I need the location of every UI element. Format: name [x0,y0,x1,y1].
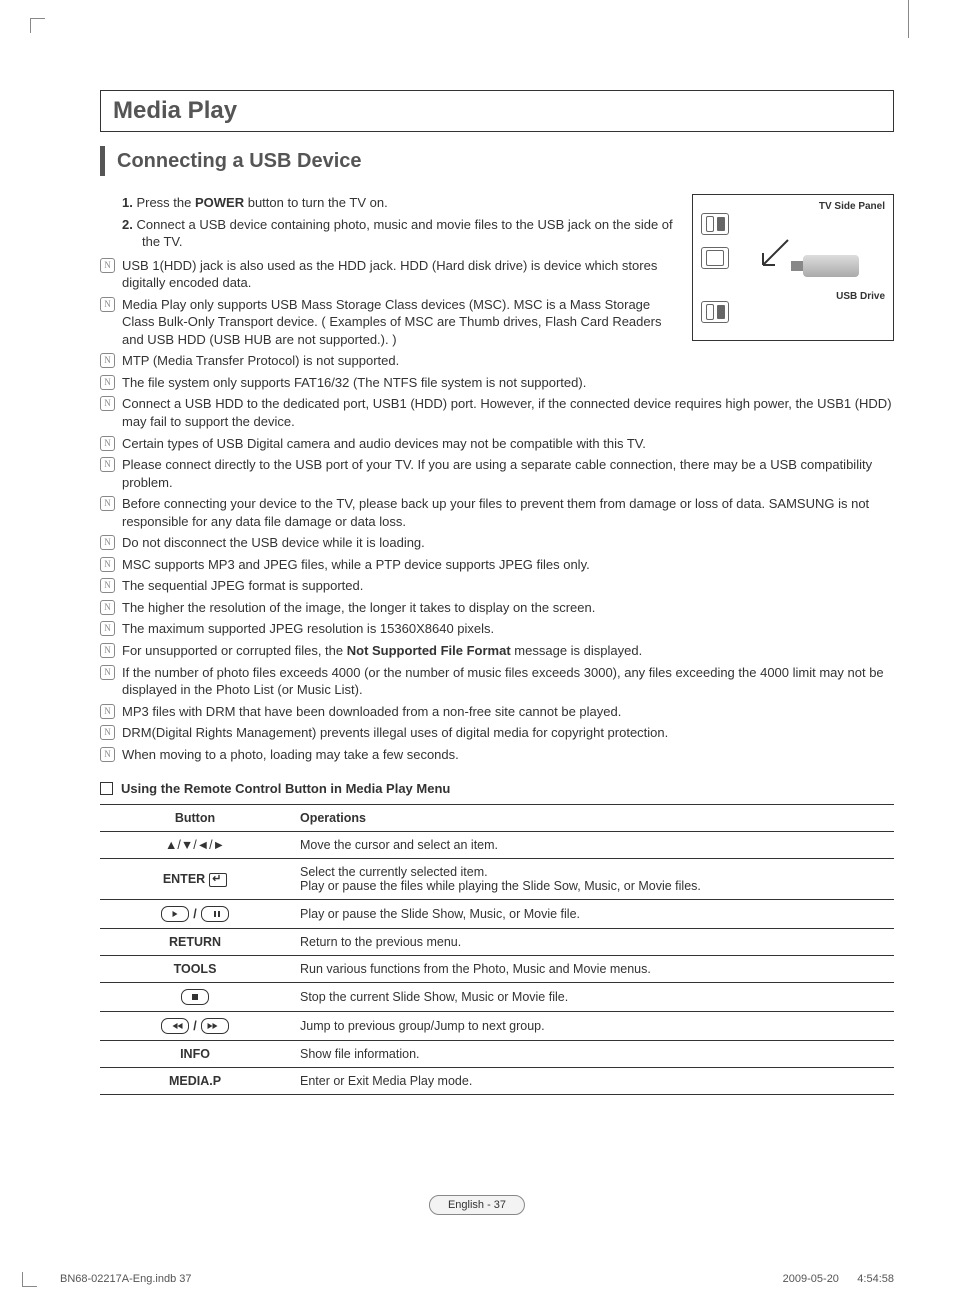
note-item: Media Play only supports USB Mass Storag… [100,296,674,349]
body-area: TV Side Panel USB Drive 1. Press the POW… [100,194,894,1095]
table-header-operations: Operations [290,805,894,832]
step-item: 2. Connect a USB device containing photo… [122,216,674,251]
section-title: Connecting a USB Device [117,150,362,173]
print-footer-right: 2009-05-20 4:54:58 [783,1273,894,1285]
notes-list-full: Connect a USB HDD to the dedicated port,… [100,395,894,763]
note-item: The sequential JPEG format is supported. [100,577,894,595]
note-item: Before connecting your device to the TV,… [100,495,894,530]
table-header-button: Button [100,805,290,832]
button-cell [100,983,290,1012]
steps-list: 1. Press the POWER button to turn the TV… [100,194,674,251]
operation-cell: Select the currently selected item.Play … [290,859,894,900]
table-row: /Jump to previous group/Jump to next gro… [100,1012,894,1041]
button-cell: INFO [100,1041,290,1068]
table-row: TOOLSRun various functions from the Phot… [100,956,894,983]
button-cell: MEDIA.P [100,1068,290,1095]
button-cell: ▲/▼/◄/► [100,832,290,859]
arrow-icon [753,235,793,275]
page-number-pill: English - 37 [429,1195,525,1215]
step-item: 1. Press the POWER button to turn the TV… [122,194,674,212]
page: Media Play Connecting a USB Device TV Si… [0,0,954,1315]
crop-mark [30,18,45,33]
prev-icon [161,1018,189,1034]
operation-cell: Stop the current Slide Show, Music or Mo… [290,983,894,1012]
note-item: The higher the resolution of the image, … [100,599,894,617]
print-time: 4:54:58 [842,1273,894,1285]
table-row: MEDIA.PEnter or Exit Media Play mode. [100,1068,894,1095]
operation-cell: Enter or Exit Media Play mode. [290,1068,894,1095]
pause-icon [201,906,229,922]
print-footer: BN68-02217A-Eng.indb 37 2009-05-20 4:54:… [60,1273,894,1285]
note-item: The file system only supports FAT16/32 (… [100,374,674,392]
sub-heading-text: Using the Remote Control Button in Media… [121,781,450,796]
section-bar-icon [100,146,105,176]
button-cell: / [100,900,290,929]
crop-mark [22,1272,37,1287]
enter-icon [209,873,227,887]
operation-cell: Jump to previous group/Jump to next grou… [290,1012,894,1041]
play-icon [161,906,189,922]
note-item: The maximum supported JPEG resolution is… [100,620,894,638]
usb-port-icon [701,301,729,323]
next-icon [201,1018,229,1034]
note-item: Certain types of USB Digital camera and … [100,435,894,453]
content-area: Media Play Connecting a USB Device TV Si… [100,90,894,1095]
table-row: Stop the current Slide Show, Music or Mo… [100,983,894,1012]
table-row: ▲/▼/◄/► Move the cursor and select an ite… [100,832,894,859]
table-row: RETURNReturn to the previous menu. [100,929,894,956]
tv-side-panel-diagram: TV Side Panel USB Drive [692,194,894,341]
operation-cell: Run various functions from the Photo, Mu… [290,956,894,983]
button-cell: / [100,1012,290,1041]
operation-cell: Show file information. [290,1041,894,1068]
button-cell: RETURN [100,929,290,956]
note-item: For unsupported or corrupted files, the … [100,642,894,660]
checkbox-icon [100,782,113,795]
note-item: USB 1(HDD) jack is also used as the HDD … [100,257,674,292]
note-item: MTP (Media Transfer Protocol) is not sup… [100,352,674,370]
operation-cell: Return to the previous menu. [290,929,894,956]
sub-heading: Using the Remote Control Button in Media… [100,781,894,796]
note-item: If the number of photo files exceeds 400… [100,664,894,699]
button-cell: TOOLS [100,956,290,983]
section-heading: Connecting a USB Device [100,146,894,176]
note-item: Connect a USB HDD to the dedicated port,… [100,395,894,430]
table-row: /Play or pause the Slide Show, Music, or… [100,900,894,929]
note-item: MSC supports MP3 and JPEG files, while a… [100,556,894,574]
operation-cell: Move the cursor and select an item. [290,832,894,859]
usb-drive-icon [803,255,859,277]
operation-cell: Play or pause the Slide Show, Music, or … [290,900,894,929]
stop-icon [181,989,209,1005]
usb-port-icon [701,213,729,235]
main-title: Media Play [113,97,237,124]
table-row: INFOShow file information. [100,1041,894,1068]
note-item: Do not disconnect the USB device while i… [100,534,894,552]
note-item: Please connect directly to the USB port … [100,456,894,491]
remote-control-table: Button Operations ▲/▼/◄/► Move the cursor… [100,804,894,1095]
table-row: ENTERSelect the currently selected item.… [100,859,894,900]
diagram-drive-label: USB Drive [836,291,885,302]
arrow-keys-icon: ▲/▼/◄/► [165,838,225,852]
note-item: MP3 files with DRM that have been downlo… [100,703,894,721]
diagram-panel-label: TV Side Panel [819,201,885,212]
table-header-row: Button Operations [100,805,894,832]
crop-mark [908,0,909,38]
note-item: DRM(Digital Rights Management) prevents … [100,724,894,742]
print-footer-left: BN68-02217A-Eng.indb 37 [60,1273,191,1285]
note-item: When moving to a photo, loading may take… [100,746,894,764]
print-date: 2009-05-20 [783,1273,839,1285]
button-cell: ENTER [100,859,290,900]
hdmi-port-icon [701,247,729,269]
main-title-box: Media Play [100,90,894,132]
